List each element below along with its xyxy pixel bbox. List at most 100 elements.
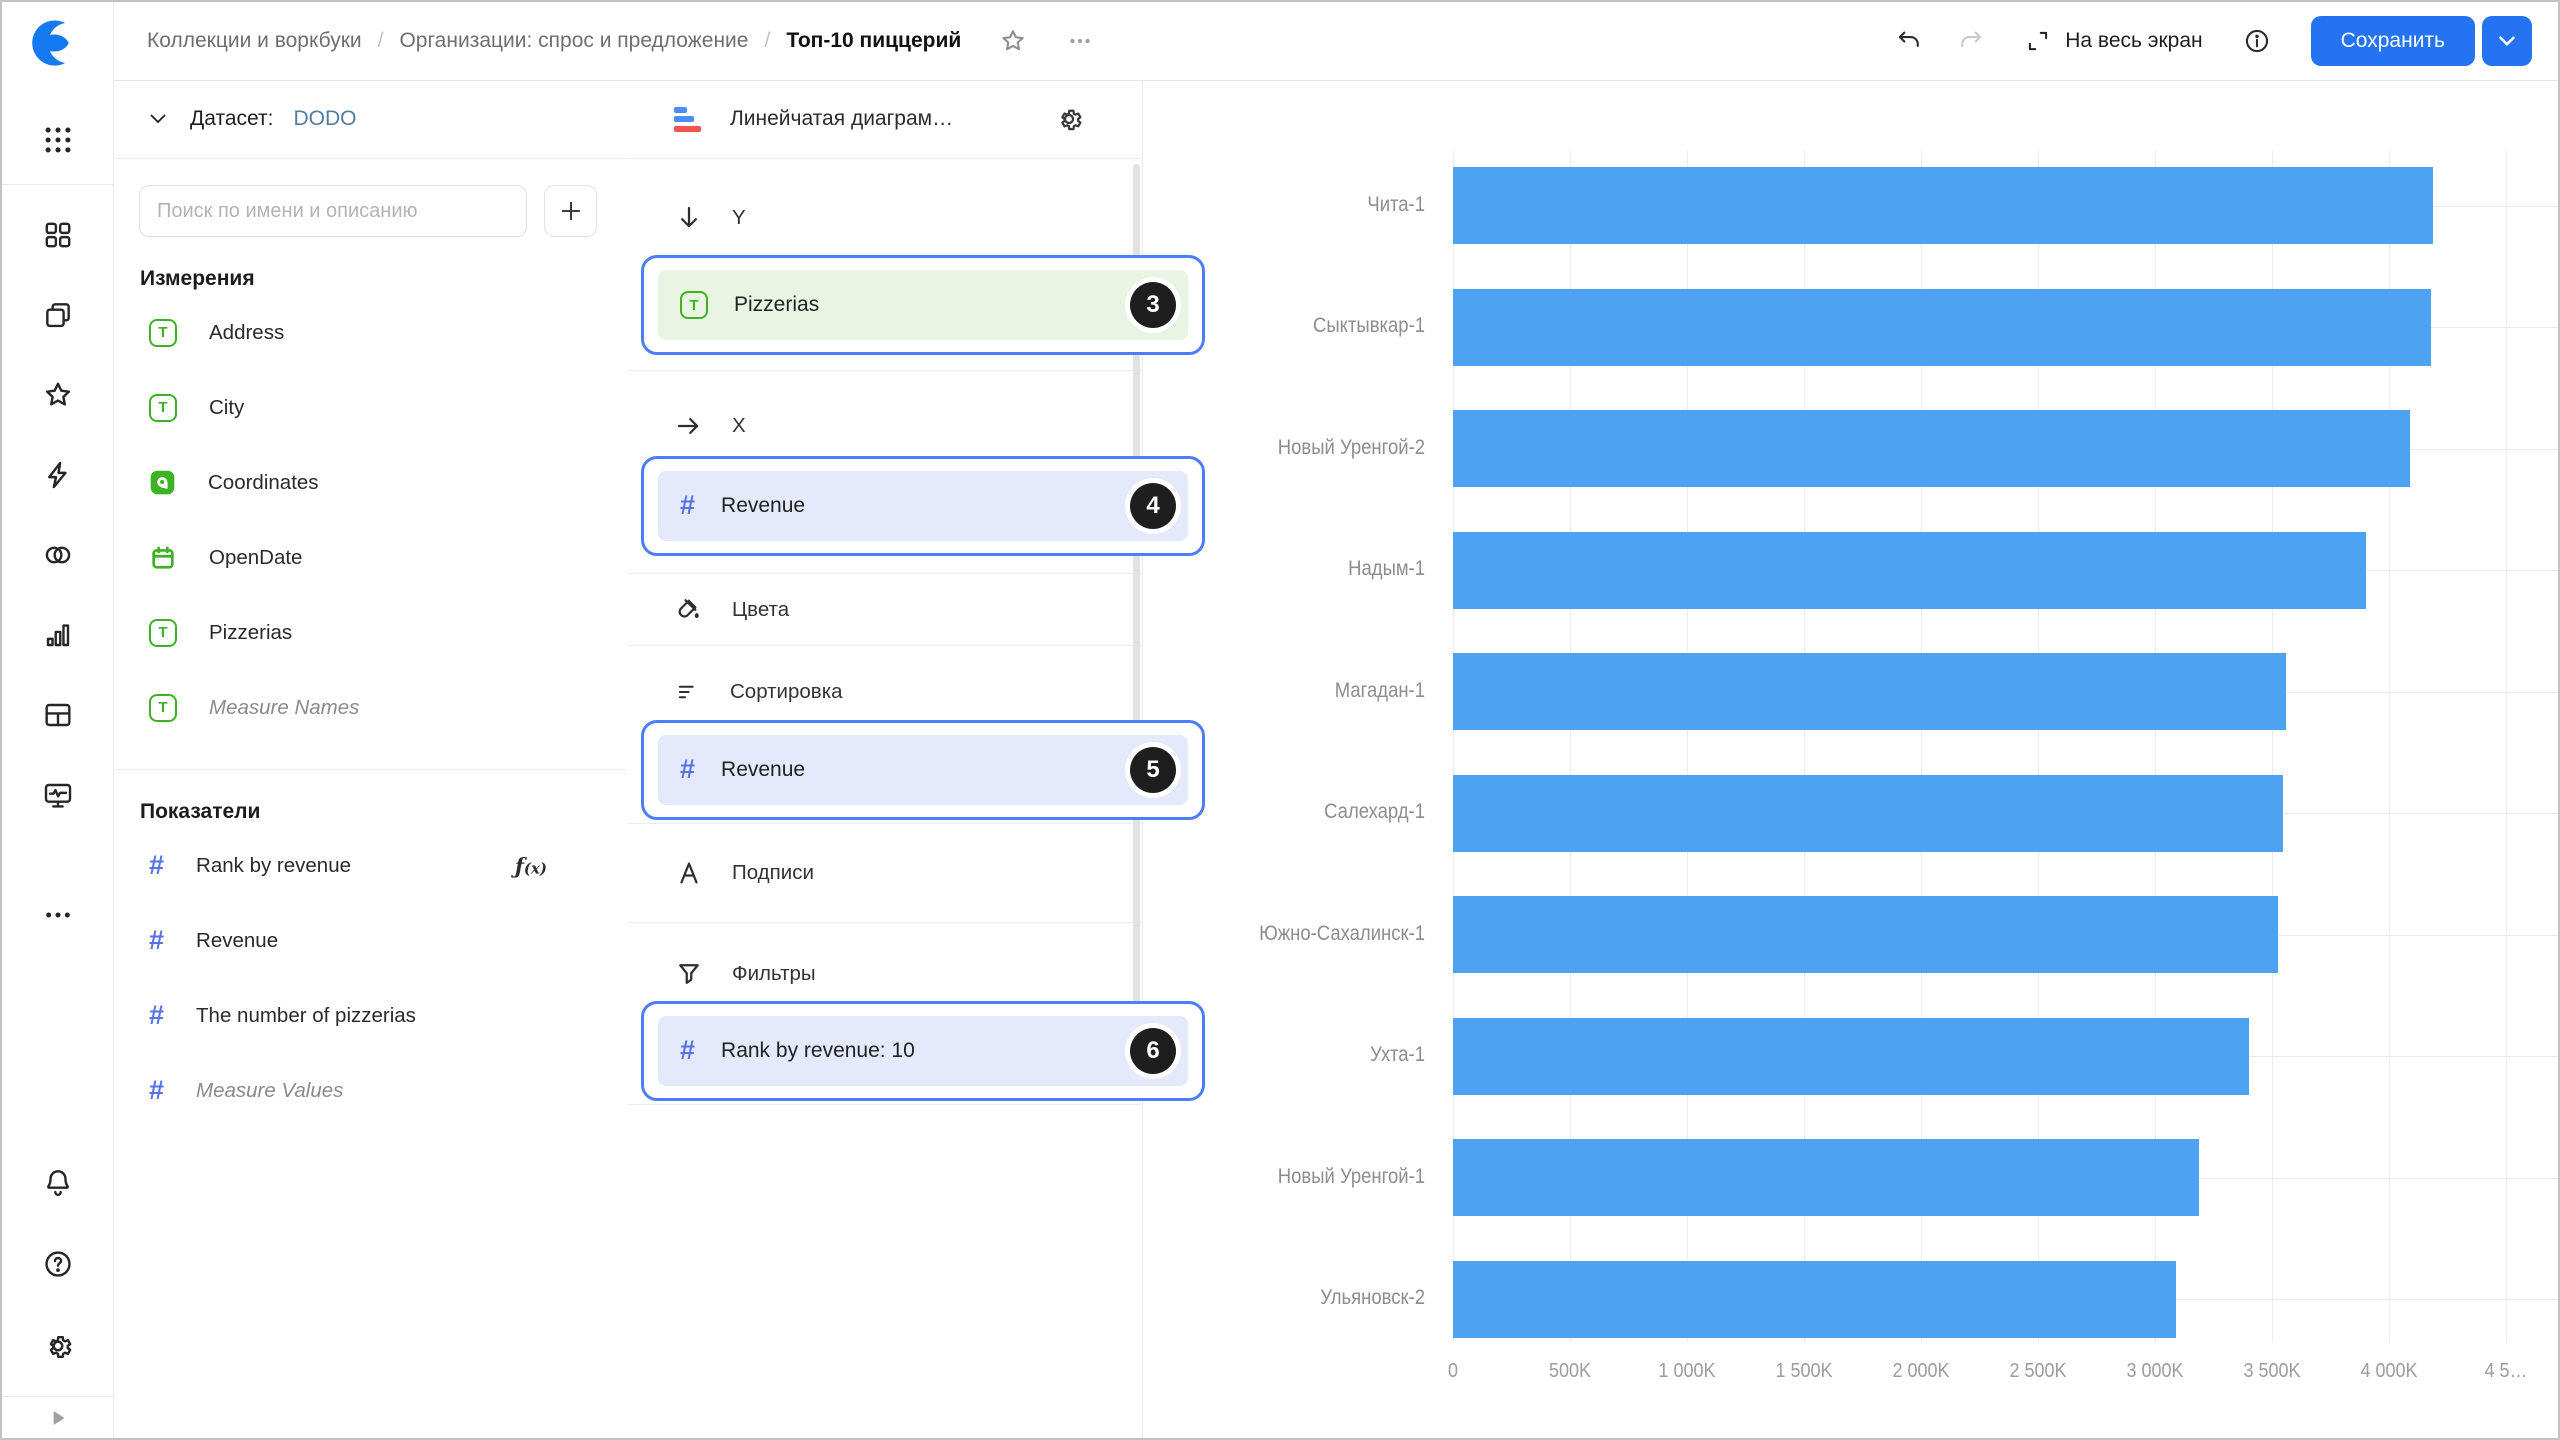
section-header[interactable]: Подписи: [674, 858, 814, 888]
field-pill[interactable]: #Revenue: [658, 471, 1188, 541]
field-pill[interactable]: #Rank by revenue: 10ƒ(x): [658, 1016, 1188, 1086]
bar[interactable]: [1453, 167, 2433, 244]
chart-settings-button[interactable]: [1054, 104, 1084, 134]
save-button[interactable]: Сохранить: [2311, 16, 2475, 66]
datasets-icon: [42, 699, 74, 731]
breadcrumb: Коллекции и воркбуки / Организации: спро…: [147, 27, 1093, 55]
info-icon: [2243, 27, 2271, 55]
field-type-number-icon: #: [149, 1002, 164, 1029]
settings-icon: [42, 1330, 74, 1362]
rail-button-pages[interactable]: [2, 203, 113, 267]
bar[interactable]: [1453, 532, 2366, 609]
field-type-date-icon: [149, 544, 177, 572]
pill-label: Revenue: [721, 758, 805, 782]
datalens-logo[interactable]: [29, 14, 87, 72]
fullscreen-button[interactable]: На весь экран: [2019, 27, 2208, 55]
rail-button-quick-actions[interactable]: [2, 443, 113, 507]
rail-button-notifications[interactable]: [2, 1150, 113, 1214]
field-item[interactable]: TPizzerias: [114, 595, 627, 670]
rail-button-apps-grid[interactable]: [2, 110, 113, 170]
section-header[interactable]: Цвета: [674, 595, 789, 625]
save-chevron-icon: [2494, 28, 2520, 54]
sort-icon: [674, 678, 702, 706]
category-label: Новый Уренгой-2: [1177, 436, 1425, 460]
section-header[interactable]: Фильтры: [674, 959, 816, 989]
field-item[interactable]: OpenDate: [114, 520, 627, 595]
chart-type-label[interactable]: Линейчатая диаграм…: [730, 107, 953, 131]
bar[interactable]: [1453, 289, 2431, 366]
x-tick-label: 3 500K: [2243, 1360, 2300, 1383]
step-badge: 6: [1130, 1028, 1176, 1074]
field-item[interactable]: TAddress: [114, 295, 627, 370]
dataset-panel: Датасет: DODO ИзмеренияTAddressTCityCoor…: [114, 80, 627, 1438]
formula-icon: ƒ(x): [515, 853, 547, 878]
field-label: Coordinates: [208, 471, 319, 495]
rail-button-collections[interactable]: [2, 283, 113, 347]
more-icon: [42, 899, 74, 931]
rail-button-settings[interactable]: [2, 1314, 113, 1378]
field-pill[interactable]: #Revenue: [658, 735, 1188, 805]
section-header[interactable]: Сортировка: [674, 678, 843, 706]
undo-button[interactable]: [1895, 27, 1923, 55]
bar[interactable]: [1453, 896, 2278, 973]
rail-button-datasets[interactable]: [2, 683, 113, 747]
section-header[interactable]: X: [674, 411, 746, 441]
category-label: Ухта-1: [1177, 1043, 1425, 1067]
bar[interactable]: [1453, 653, 2286, 730]
section-header[interactable]: Y: [674, 203, 746, 233]
rail-button-connections[interactable]: [2, 523, 113, 587]
field-type-text-icon: T: [149, 694, 177, 722]
field-type-geopoint-icon: [149, 469, 176, 496]
section-label: Фильтры: [732, 962, 816, 986]
favorite-star-button[interactable]: [999, 27, 1027, 55]
arrow-down-icon: [674, 203, 704, 233]
arrow-right-icon: [674, 411, 704, 441]
pill-label: Rank by revenue: 10: [721, 1039, 915, 1063]
category-label: Салехард-1: [1177, 800, 1425, 824]
bar[interactable]: [1453, 1261, 2176, 1338]
bar-chart-type-icon[interactable]: [674, 107, 704, 132]
field-item[interactable]: Coordinates: [114, 445, 627, 520]
redo-button[interactable]: [1957, 27, 1985, 55]
category-label: Магадан-1: [1177, 679, 1425, 703]
bar[interactable]: [1453, 1018, 2249, 1095]
notifications-icon: [42, 1166, 74, 1198]
gridline: [2506, 150, 2507, 1342]
rail-button-more[interactable]: [2, 883, 113, 947]
field-item[interactable]: #Measure Values: [114, 1053, 627, 1128]
breadcrumb-collections[interactable]: Коллекции и воркбуки: [147, 29, 362, 53]
chevron-down-icon[interactable]: [146, 107, 170, 131]
add-field-button[interactable]: [544, 185, 597, 237]
field-label: City: [209, 396, 244, 420]
rail-button-monitoring[interactable]: [2, 763, 113, 827]
page-title: Топ-10 пиццерий: [786, 29, 961, 53]
field-item[interactable]: #Rank by revenueƒ(x): [114, 828, 627, 903]
chart-area: 0500K1 000K1 500K2 000K2 500K3 000K3 500…: [1143, 80, 2558, 1438]
field-item[interactable]: TCity: [114, 370, 627, 445]
rail-button-help[interactable]: [2, 1232, 113, 1296]
favorites-icon: [42, 379, 74, 411]
config-section-y: YTPizzerias3: [628, 159, 1142, 371]
field-search-input[interactable]: [139, 185, 527, 237]
bar[interactable]: [1453, 775, 2283, 852]
bar[interactable]: [1453, 410, 2410, 487]
bar[interactable]: [1453, 1139, 2199, 1216]
section-label: X: [732, 414, 746, 438]
field-item[interactable]: TMeasure Names: [114, 670, 627, 745]
field-label: Rank by revenue: [196, 854, 351, 878]
field-type-text-icon: T: [149, 319, 177, 347]
field-pill[interactable]: TPizzerias: [658, 270, 1188, 340]
field-item[interactable]: #The number of pizzerias: [114, 978, 627, 1053]
rail-button-favorites[interactable]: [2, 363, 113, 427]
breadcrumb-workbook[interactable]: Организации: спрос и предложение: [399, 29, 748, 53]
dataset-name-link[interactable]: DODO: [293, 107, 356, 131]
save-menu-button[interactable]: [2482, 16, 2532, 66]
sidebar-collapse-button[interactable]: [2, 1396, 113, 1438]
more-actions-button[interactable]: [1067, 28, 1093, 54]
field-item[interactable]: #Revenue: [114, 903, 627, 978]
rail-button-charts[interactable]: [2, 603, 113, 667]
info-button[interactable]: [2243, 27, 2271, 55]
x-tick-label: 2 500K: [2009, 1360, 2066, 1383]
x-tick-label: 2 000K: [1892, 1360, 1949, 1383]
category-label: Сыктывкар-1: [1177, 314, 1425, 338]
